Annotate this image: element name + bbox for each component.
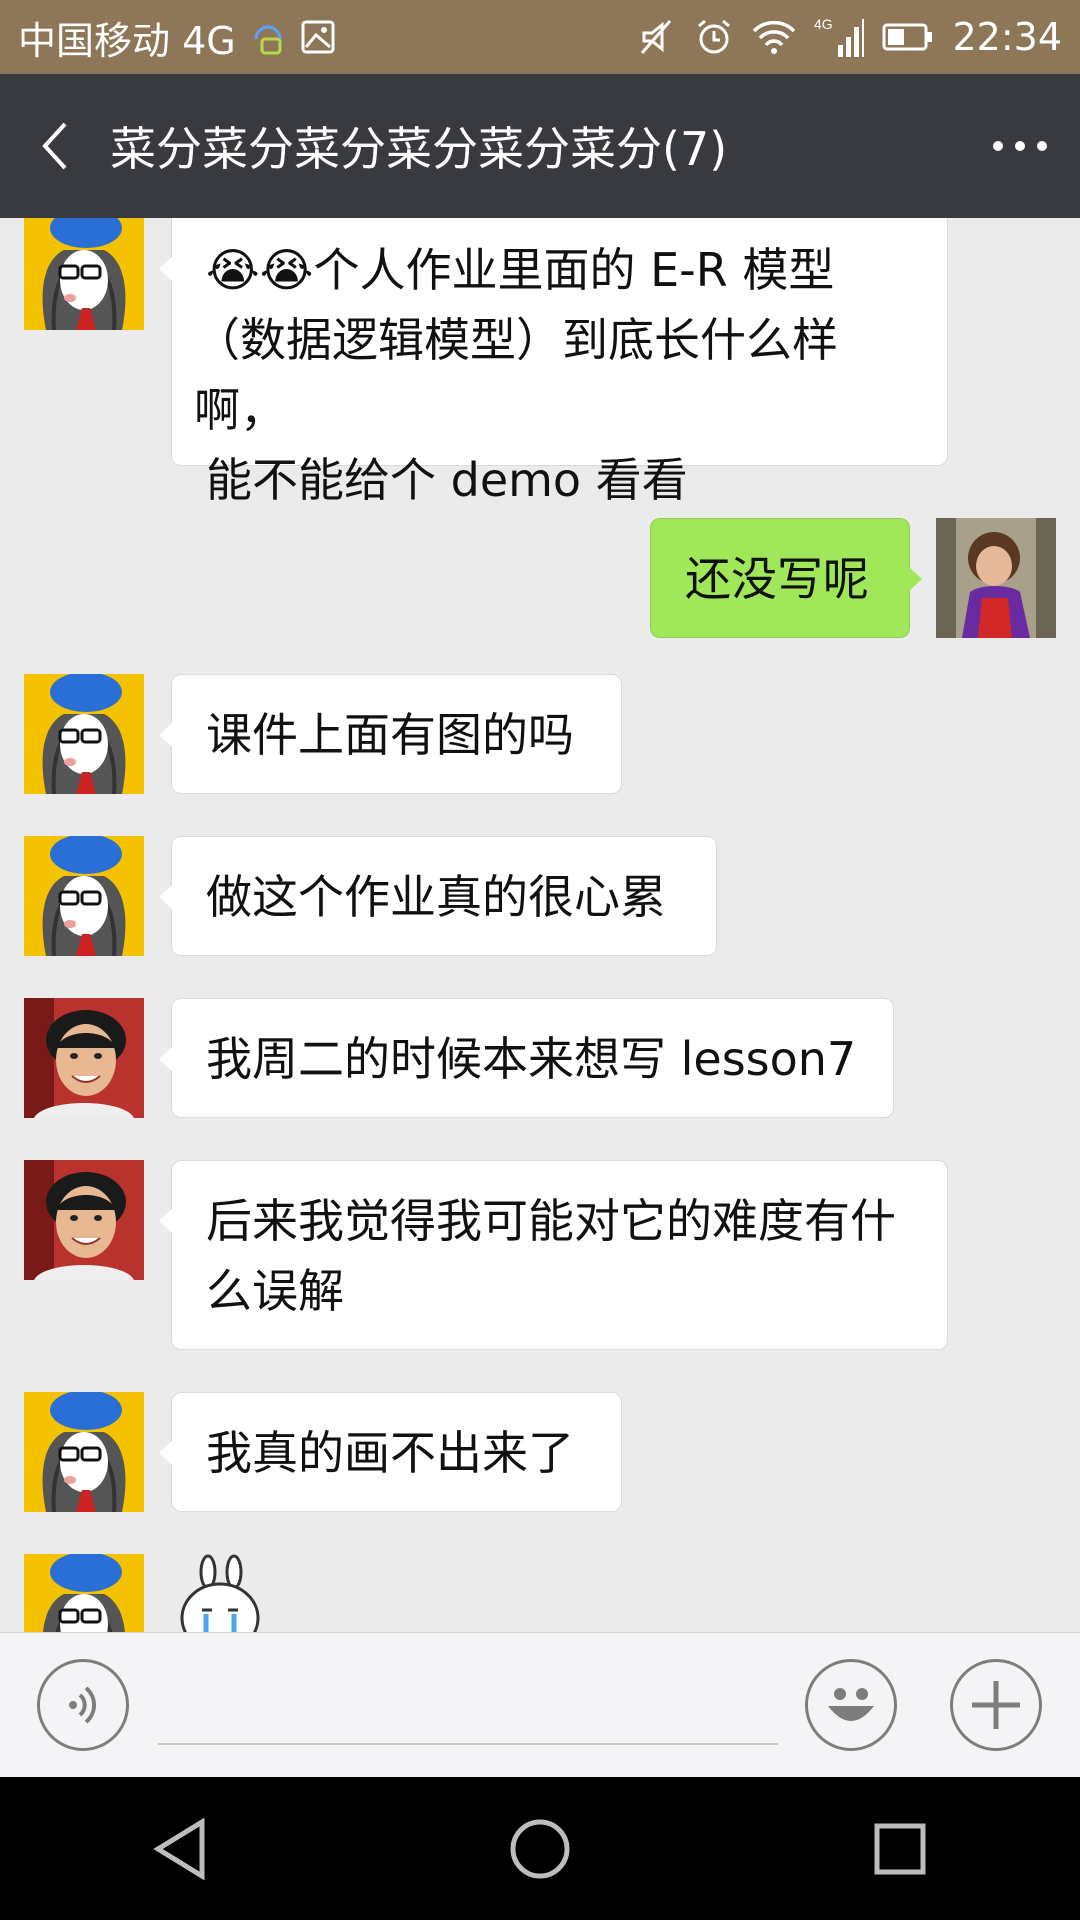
more-dots-icon	[993, 141, 1047, 151]
wifi-icon	[752, 19, 796, 55]
emoji-button[interactable]	[805, 1659, 897, 1751]
chat-title: 菜分菜分菜分菜分菜分菜分(7)	[110, 122, 728, 176]
voice-button[interactable]	[37, 1659, 129, 1751]
clock-label: 22:34	[952, 15, 1062, 59]
svg-text:4G: 4G	[814, 16, 833, 32]
status-bar: 中国移动 4G 4G 22:34	[0, 0, 1080, 74]
nav-home-button[interactable]	[480, 1789, 600, 1909]
man-photo-avatar[interactable]	[24, 1160, 144, 1280]
message-line: 我周二的时候本来想写 lesson7	[206, 1032, 857, 1086]
crying-rabbit-sticker[interactable]	[172, 1554, 272, 1632]
back-triangle-icon	[153, 1817, 205, 1880]
more-button[interactable]	[960, 74, 1080, 218]
input-bar	[0, 1632, 1080, 1778]
home-circle-icon	[510, 1819, 570, 1878]
girl-cartoon-avatar[interactable]	[24, 1554, 144, 1632]
message-bubble[interactable]: 我真的画不出来了	[159, 1392, 622, 1512]
back-arrow-icon	[42, 122, 67, 170]
voice-icon	[69, 1686, 97, 1724]
message-line: （数据逻辑模型）到底长什么样啊，	[194, 313, 838, 437]
message-bubble[interactable]: 还没写呢	[650, 518, 922, 638]
message-line: 么误解	[206, 1264, 344, 1318]
message-line: 做这个作业真的很心累	[206, 870, 666, 924]
child-photo-avatar[interactable]	[936, 518, 1056, 638]
plus-button[interactable]	[950, 1659, 1042, 1751]
signal-icon: 4G	[814, 15, 865, 59]
girl-cartoon-avatar[interactable]	[24, 218, 144, 330]
message-line: 我真的画不出来了	[206, 1426, 574, 1480]
message-bubble[interactable]: 我周二的时候本来想写 lesson7	[159, 998, 894, 1118]
nav-recents-button[interactable]	[840, 1789, 960, 1909]
message-list[interactable]: 😭😭个人作业里面的 E-R 模型 （数据逻辑模型）到底长什么样啊， 能不能给个 …	[0, 218, 1080, 1632]
nav-back-button[interactable]	[120, 1789, 240, 1909]
recents-square-icon	[874, 1823, 926, 1874]
title-bar: 菜分菜分菜分菜分菜分菜分(7)	[0, 74, 1080, 218]
message-line: 后来我觉得我可能对它的难度有什	[206, 1194, 896, 1248]
message-bubble[interactable]: 后来我觉得我可能对它的难度有什 么误解	[159, 1160, 948, 1350]
gallery-icon	[300, 19, 336, 55]
message-line: 还没写呢	[685, 552, 869, 606]
girl-cartoon-avatar[interactable]	[24, 674, 144, 794]
alarm-icon	[694, 17, 734, 57]
girl-cartoon-avatar[interactable]	[24, 1392, 144, 1512]
carrier-label: 中国移动 4G	[18, 18, 236, 63]
mute-icon	[636, 17, 676, 57]
emoji-icon	[828, 1688, 874, 1721]
back-button[interactable]	[0, 74, 110, 218]
message-line: 能不能给个 demo 看看	[206, 453, 688, 507]
message-input[interactable]	[158, 1673, 778, 1745]
man-photo-avatar[interactable]	[24, 998, 144, 1118]
message-bubble[interactable]: 😭😭个人作业里面的 E-R 模型 （数据逻辑模型）到底长什么样啊， 能不能给个 …	[159, 218, 948, 507]
girl-cartoon-avatar[interactable]	[24, 836, 144, 956]
message-line: 课件上面有图的吗	[206, 708, 574, 762]
sim-hd-icon	[250, 17, 286, 57]
plus-icon	[972, 1681, 1020, 1729]
message-line: 😭😭个人作业里面的 E-R 模型	[206, 243, 835, 297]
battery-icon	[882, 22, 934, 52]
message-bubble[interactable]: 做这个作业真的很心累	[159, 836, 717, 956]
system-nav-bar	[0, 1777, 1080, 1920]
message-bubble[interactable]: 课件上面有图的吗	[159, 674, 622, 794]
